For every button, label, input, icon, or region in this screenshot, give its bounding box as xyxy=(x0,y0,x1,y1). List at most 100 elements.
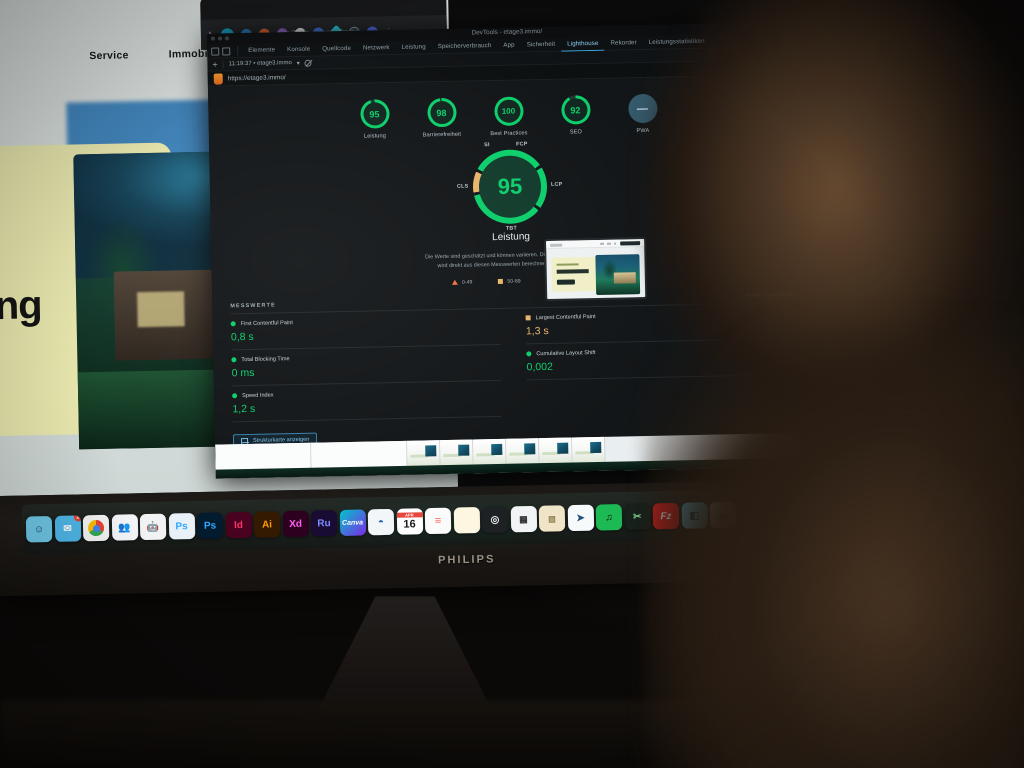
report-url[interactable]: https://etage3.immo/ xyxy=(228,74,286,82)
gauge-label-si: SI xyxy=(484,142,490,149)
dock-item-chrome[interactable] xyxy=(82,514,110,542)
lighthouse-logo-icon xyxy=(213,72,223,85)
dock-item-finder[interactable]: ☺ xyxy=(25,515,53,543)
metric-name: Cumulative Layout Shift xyxy=(536,349,596,358)
legend-item-poor: 0-49 xyxy=(451,279,473,286)
score-value-seo: 92 xyxy=(570,104,581,115)
score-ring-leistung: 95 xyxy=(359,99,390,129)
metrics-header: MESSWERTE xyxy=(230,302,276,310)
score-ring-seo: 92 xyxy=(560,95,591,125)
website-nav-item-service[interactable]: Service xyxy=(89,49,129,62)
preview-hero-image xyxy=(595,254,641,296)
status-dot-good xyxy=(232,393,238,399)
status-dot-good xyxy=(231,357,237,363)
inspect-element-icon[interactable] xyxy=(211,47,220,56)
dock-item-calendar[interactable]: APR 16 xyxy=(396,508,423,535)
preview-navbar xyxy=(546,239,645,249)
metric-name: First Contentful Paint xyxy=(240,319,293,327)
new-report-icon[interactable]: + xyxy=(212,59,217,69)
report-run-selector[interactable]: 11:19:37 • etage3.immo xyxy=(229,60,292,67)
category-score-seo[interactable]: 92 SEO xyxy=(553,95,598,137)
score-label-leistung: Leistung xyxy=(363,133,386,140)
dock-item-mail[interactable]: ✉ 2 xyxy=(54,515,81,542)
dock-item-calculator[interactable]: ▦ xyxy=(510,505,537,533)
minimize-icon[interactable] xyxy=(217,36,222,41)
devtools-window-title: DevTools - etage3.immo/ xyxy=(471,28,543,37)
gauge-label-cls: CLS xyxy=(456,183,469,190)
filmstrip-frame xyxy=(572,436,606,464)
gauge-label-lcp: LCP xyxy=(550,181,563,188)
close-icon[interactable] xyxy=(210,36,215,41)
dock-item-transmit[interactable]: ➤ xyxy=(567,504,594,532)
dock-item-bot-app[interactable]: 🤖 xyxy=(139,513,167,541)
status-square-average xyxy=(525,315,531,321)
metric-name: Total Blocking Time xyxy=(241,355,290,363)
preview-hero-card xyxy=(551,256,599,292)
legend-item-average: 50-89 xyxy=(498,278,521,285)
tab-konsole[interactable]: Konsole xyxy=(281,42,316,57)
category-score-barrierefreiheit[interactable]: 98 Barrierefreiheit xyxy=(419,97,464,140)
dock-item-photoshop[interactable]: Ps xyxy=(196,512,224,539)
dock-item-podcasts[interactable]: ◎ xyxy=(481,506,509,533)
triangle-icon xyxy=(451,280,459,286)
category-score-best-practices[interactable]: 100 Best Practices xyxy=(486,96,531,138)
status-dot-good xyxy=(230,321,236,327)
performance-category-name: Leistung xyxy=(491,231,531,244)
filmstrip-frame xyxy=(539,437,573,465)
calendar-day: 16 xyxy=(403,517,416,531)
score-label-best-practices: Best Practices xyxy=(490,130,528,138)
tab-lighthouse[interactable]: Lighthouse xyxy=(561,36,605,52)
filmstrip-frame xyxy=(407,440,441,467)
dock-item-stickies[interactable]: ▤ xyxy=(538,505,566,532)
filmstrip-frame xyxy=(440,439,474,467)
filmstrip-frame-blank xyxy=(215,442,312,471)
hero-photo-window xyxy=(137,290,185,328)
dock-item-edge[interactable]: ◓ xyxy=(367,508,395,536)
tab-netzwerk[interactable]: Netzwerk xyxy=(357,40,396,55)
dock-item-spotify[interactable]: ♫ xyxy=(595,504,623,531)
clear-reports-icon[interactable] xyxy=(304,59,312,67)
tab-app[interactable]: App xyxy=(497,38,521,52)
chevron-down-icon[interactable]: ▾ xyxy=(297,59,300,66)
mail-badge: 2 xyxy=(73,515,81,522)
filmstrip-frame xyxy=(473,438,507,466)
dock-item-illustrator[interactable]: Ai xyxy=(253,511,281,538)
device-toolbar-icon[interactable] xyxy=(222,46,231,55)
square-icon xyxy=(498,279,504,285)
dock-item-photoshop-beta[interactable]: Ps xyxy=(168,512,195,540)
filmstrip-frame-blank-2 xyxy=(311,440,408,469)
dock-item-premiere-rush[interactable]: Ru xyxy=(310,510,338,537)
dock-item-notes[interactable] xyxy=(453,507,480,534)
dock-item-reminders[interactable]: ≡ xyxy=(424,507,452,535)
photo-scene: Service Immobilien Te ting ★ xyxy=(0,0,1024,768)
dock-item-xd[interactable]: Xd xyxy=(282,510,309,538)
score-label-barrierefreiheit: Barrierefreiheit xyxy=(422,131,462,139)
metric-value: 0 ms xyxy=(231,366,255,380)
window-controls[interactable] xyxy=(210,36,229,41)
metric-speed-index[interactable]: Speed Index 1,2 s xyxy=(231,380,502,423)
metric-first-contentful-paint[interactable]: First Contentful Paint 0,8 s xyxy=(230,308,501,351)
desc-part-2: wird direkt aus diesen Messwerten berech… xyxy=(437,260,549,270)
dock-item-canva[interactable]: Canva xyxy=(339,509,366,536)
metric-name: Speed Index xyxy=(242,392,274,399)
maximize-icon[interactable] xyxy=(224,36,229,41)
category-score-leistung[interactable]: 95 Leistung xyxy=(352,99,397,141)
metric-value: 0,8 s xyxy=(230,330,254,344)
metric-total-blocking-time[interactable]: Total Blocking Time 0 ms xyxy=(231,344,501,387)
website-hero-headline: ting xyxy=(0,283,43,329)
legend-range-poor: 0-49 xyxy=(461,279,473,286)
score-value-best-practices: 100 xyxy=(501,106,516,116)
tab-elemente[interactable]: Elemente xyxy=(242,43,281,58)
metric-value: 1,2 s xyxy=(232,402,256,416)
tab-quellcode[interactable]: Quellcode xyxy=(316,41,357,56)
tab-leistung[interactable]: Leistung xyxy=(395,40,431,55)
score-value-barrierefreiheit: 98 xyxy=(436,107,447,118)
tabbar-divider xyxy=(237,46,239,56)
tab-rekorder[interactable]: Rekorder xyxy=(604,36,643,51)
dock-item-teams[interactable]: 👥 xyxy=(111,514,138,541)
tab-sicherheit[interactable]: Sicherheit xyxy=(521,37,562,52)
tab-speicherverbrauch[interactable]: Speicherverbrauch xyxy=(432,38,498,53)
dock-item-indesign[interactable]: Id xyxy=(225,511,252,539)
gauge-label-tbt: TBT xyxy=(505,225,517,232)
person-shoulder xyxy=(664,328,1024,768)
